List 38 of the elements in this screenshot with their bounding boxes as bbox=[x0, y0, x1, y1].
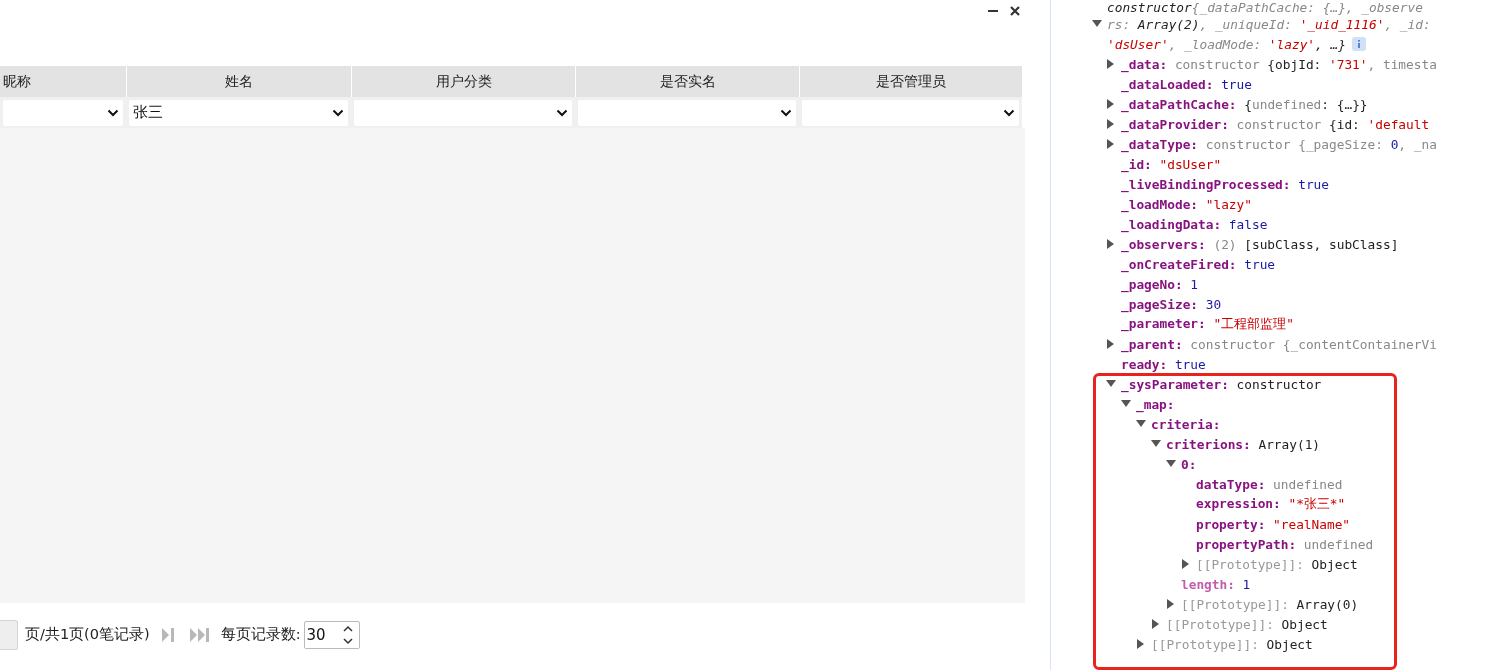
property-entry[interactable]: [[Prototype]]: Object bbox=[1196, 556, 1358, 572]
page-summary: 页/共1页(0笔记录) bbox=[25, 625, 150, 644]
property-entry[interactable]: _onCreateFired: true bbox=[1121, 256, 1276, 272]
property-entry[interactable]: _parameter: "工程部监理" bbox=[1121, 315, 1294, 333]
property-entry[interactable]: _dataPathCache: {undefined: {…}} bbox=[1121, 96, 1368, 112]
property-entry[interactable]: _sysParameter: constructor bbox=[1121, 376, 1322, 392]
property-entry[interactable]: _parent: constructor {_contentContainerVi bbox=[1121, 336, 1437, 352]
property-entry[interactable]: _data: constructor {objId: '731', timesta bbox=[1121, 56, 1437, 72]
page-size-field[interactable]: 30 bbox=[303, 620, 360, 649]
property-entry[interactable]: _loadingData: false bbox=[1121, 216, 1268, 232]
property-entry[interactable]: _dataType: constructor {_pageSize: 0, _na bbox=[1121, 136, 1437, 152]
property-entry[interactable]: _liveBindingProcessed: true bbox=[1121, 176, 1329, 192]
property-entry[interactable]: _id: "dsUser" bbox=[1121, 156, 1222, 172]
property-entry[interactable]: ready: true bbox=[1121, 356, 1206, 372]
property-entry[interactable]: _pageNo: 1 bbox=[1121, 276, 1199, 292]
property-entry[interactable]: _observers: (2) [subClass, subClass] bbox=[1121, 236, 1399, 252]
property-entry[interactable]: [[Prototype]]: Object bbox=[1151, 636, 1313, 652]
property-entry[interactable]: _dataProvider: constructor {id: 'default bbox=[1121, 116, 1430, 132]
object-preview: rs: Array(2), _uniqueId: '_uid_1116', _id: bbox=[1107, 16, 1431, 32]
property-entry[interactable]: 0: bbox=[1181, 456, 1205, 472]
property-entry[interactable]: expression: "*张三*" bbox=[1196, 495, 1346, 513]
property-entry[interactable]: [[Prototype]]: Object bbox=[1166, 616, 1328, 632]
property-entry[interactable]: length: 1 bbox=[1181, 576, 1251, 592]
property-entry[interactable]: dataType: undefined bbox=[1196, 476, 1343, 492]
property-entry[interactable]: propertyPath: undefined bbox=[1196, 536, 1374, 552]
property-entry[interactable]: [[Prototype]]: Array(0) bbox=[1181, 596, 1359, 612]
filter-dropdown[interactable]: 张三 bbox=[129, 99, 348, 126]
property-entry[interactable]: _map: bbox=[1136, 396, 1183, 412]
property-entry[interactable]: _pageSize: 30 bbox=[1121, 296, 1222, 312]
property-entry[interactable]: property: "realName" bbox=[1196, 516, 1351, 532]
property-entry[interactable]: _dataLoaded: true bbox=[1121, 76, 1252, 92]
column-header[interactable]: 昵称 bbox=[0, 66, 126, 97]
object-preview: constructor{_dataPathCache: {…}, _observe bbox=[1106, 0, 1424, 14]
property-entry[interactable]: _loadMode: "lazy" bbox=[1121, 196, 1252, 212]
object-preview: 'dsUser', _loadMode: 'lazy', …} bbox=[1107, 36, 1346, 52]
property-entry[interactable]: criteria: bbox=[1151, 416, 1228, 432]
property-entry[interactable]: criterions: Array(1) bbox=[1166, 436, 1321, 452]
page-size-label: 每页记录数: bbox=[220, 625, 301, 644]
